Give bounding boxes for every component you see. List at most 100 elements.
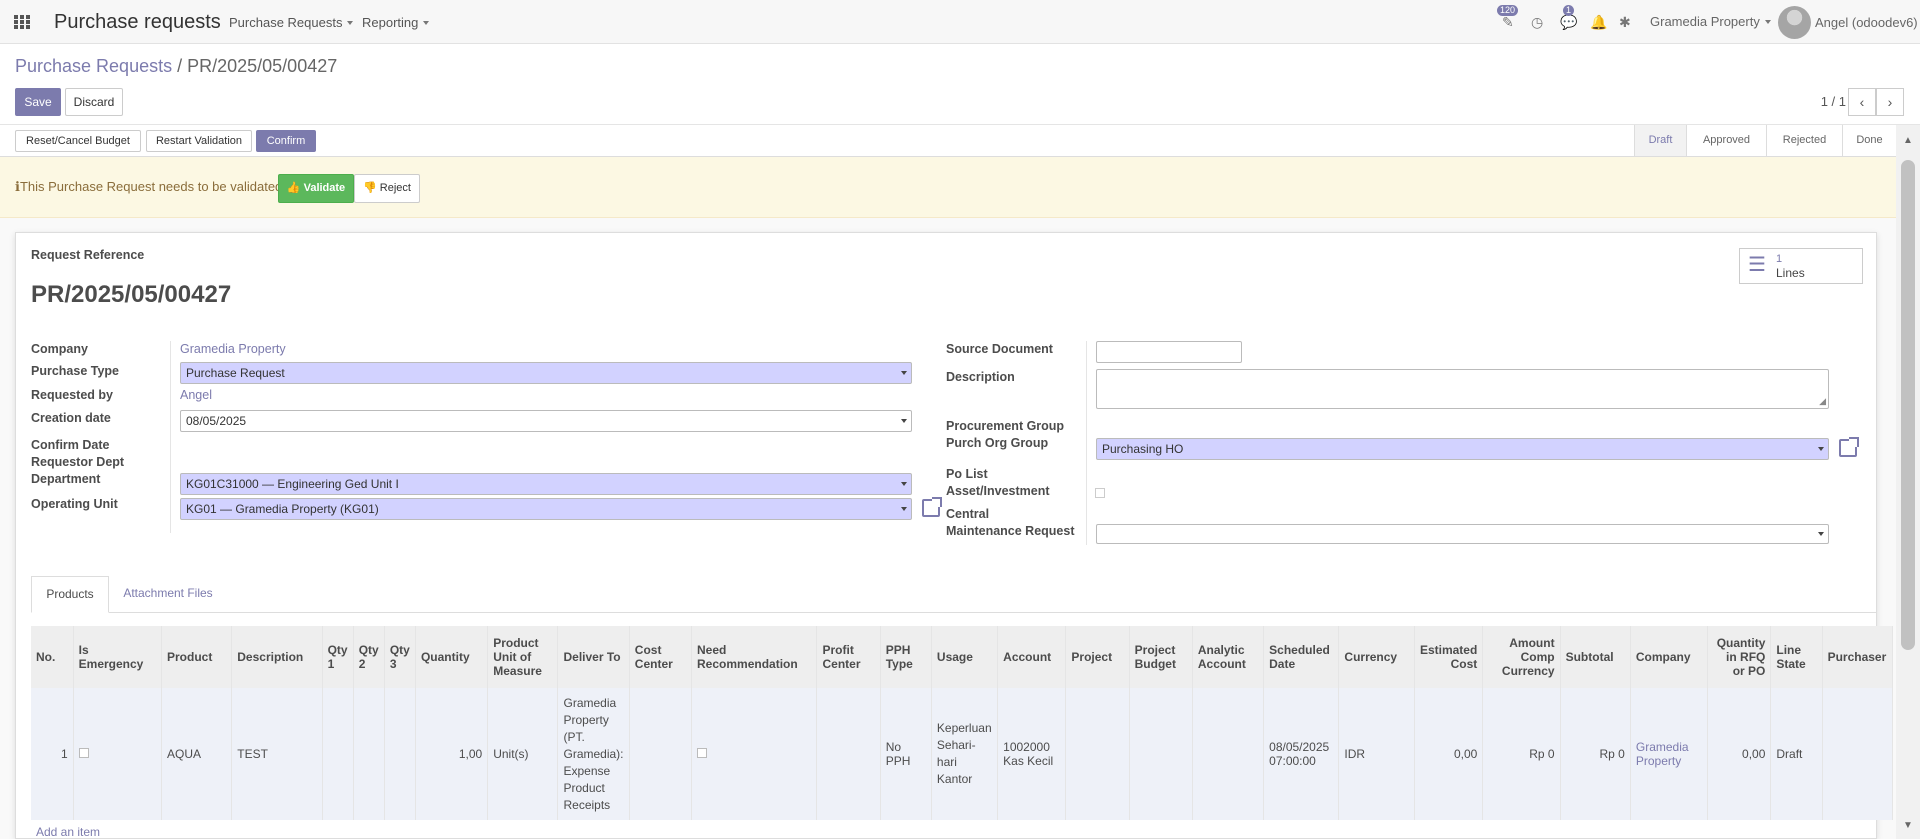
cell-line-state: Draft bbox=[1770, 688, 1823, 820]
col-analytic-account[interactable]: Analytic Account bbox=[1192, 626, 1265, 688]
stage-rejected[interactable]: Rejected bbox=[1766, 125, 1842, 156]
scroll-down-icon[interactable]: ▼ bbox=[1903, 820, 1913, 831]
col-qty3[interactable]: Qty 3 bbox=[384, 626, 416, 688]
col-deliver-to[interactable]: Deliver To bbox=[557, 626, 630, 688]
cell-project-budget bbox=[1129, 688, 1193, 820]
col-project-budget[interactable]: Project Budget bbox=[1129, 626, 1193, 688]
creation-date-input[interactable]: 08/05/2025 bbox=[180, 410, 912, 432]
bug-icon[interactable]: ✱ bbox=[1619, 14, 1631, 30]
bell-icon[interactable]: 🔔 bbox=[1590, 14, 1607, 30]
restart-validation-button[interactable]: Restart Validation bbox=[146, 130, 252, 152]
lines-label: Lines bbox=[1776, 266, 1805, 280]
asset-investment-checkbox[interactable] bbox=[1095, 488, 1105, 498]
col-currency[interactable]: Currency bbox=[1338, 626, 1415, 688]
col-cost-center[interactable]: Cost Center bbox=[629, 626, 693, 688]
col-company[interactable]: Company bbox=[1630, 626, 1709, 688]
description-textarea[interactable]: ◢ bbox=[1096, 369, 1829, 409]
col-is-emergency[interactable]: Is Emergency bbox=[73, 626, 162, 688]
pager-value[interactable]: 1 / 1 bbox=[1821, 94, 1846, 109]
table-row[interactable]: 1 AQUA TEST 1,00 Unit(s) Gramedia Proper… bbox=[31, 688, 1894, 820]
lines-smart-button[interactable]: ☰ 1 Lines bbox=[1739, 248, 1863, 284]
scroll-up-icon[interactable]: ▲ bbox=[1903, 135, 1913, 146]
cell-amount-comp: Rp 0 bbox=[1482, 688, 1561, 820]
user-menu[interactable]: Angel (odoodev6) bbox=[1815, 15, 1918, 30]
company-switcher[interactable]: Gramedia Property bbox=[1650, 14, 1771, 29]
purch-org-group-select[interactable]: Purchasing HO bbox=[1096, 438, 1829, 460]
activity-badge: 120 bbox=[1497, 5, 1519, 16]
stage-draft[interactable]: Draft bbox=[1634, 125, 1686, 156]
col-project[interactable]: Project bbox=[1065, 626, 1130, 688]
reset-cancel-budget-button[interactable]: Reset/Cancel Budget bbox=[15, 130, 141, 152]
messages-icon[interactable]: 💬 bbox=[1560, 14, 1577, 30]
external-link-icon[interactable] bbox=[1839, 437, 1859, 457]
validation-alert: ℹThis Purchase Request needs to be valid… bbox=[0, 157, 1896, 218]
requested-by-link[interactable]: Angel bbox=[180, 388, 212, 402]
emergency-checkbox[interactable] bbox=[78, 748, 89, 758]
scrollbar[interactable]: ▲ ▼ bbox=[1896, 125, 1920, 839]
col-need-recommendation[interactable]: Need Recommendation bbox=[691, 626, 818, 688]
breadcrumb-purchase-requests[interactable]: Purchase Requests bbox=[15, 56, 172, 76]
col-subtotal[interactable]: Subtotal bbox=[1560, 626, 1631, 688]
menu-reporting[interactable]: Reporting bbox=[362, 15, 430, 30]
left-column-divider bbox=[170, 341, 171, 533]
chevron-down-icon bbox=[1818, 532, 1824, 536]
cell-project bbox=[1065, 688, 1130, 820]
po-list-label: Po List bbox=[946, 467, 988, 481]
col-amount-comp-currency[interactable]: Amount Comp Currency bbox=[1482, 626, 1561, 688]
stage-approved[interactable]: Approved bbox=[1686, 125, 1766, 156]
validate-button[interactable]: 👍 Validate bbox=[278, 174, 354, 203]
add-item-link[interactable]: Add an item bbox=[36, 825, 100, 839]
external-link-icon[interactable] bbox=[922, 497, 942, 517]
clock-icon[interactable]: ◷ bbox=[1531, 14, 1543, 30]
purchase-type-select[interactable]: Purchase Request bbox=[180, 362, 912, 384]
col-account[interactable]: Account bbox=[997, 626, 1067, 688]
reject-button[interactable]: 👎 Reject bbox=[354, 174, 420, 203]
requestor-dept-label: Requestor Dept bbox=[31, 455, 125, 469]
activity-edit-icon[interactable]: ✎ bbox=[1502, 14, 1514, 30]
cell-qty2 bbox=[353, 688, 385, 820]
stage-done[interactable]: Done bbox=[1842, 125, 1896, 156]
pager-next-icon[interactable]: › bbox=[1876, 88, 1904, 116]
col-scheduled-date[interactable]: Scheduled Date bbox=[1263, 626, 1340, 688]
need-recommendation-checkbox[interactable] bbox=[697, 748, 708, 758]
pager-prev-icon[interactable]: ‹ bbox=[1848, 88, 1876, 116]
apps-menu-icon[interactable] bbox=[14, 15, 30, 29]
statusbar: Reset/Cancel Budget Restart Validation C… bbox=[0, 125, 1896, 157]
top-navbar: Purchase requests Purchase Requests Repo… bbox=[0, 0, 1920, 44]
col-description[interactable]: Description bbox=[231, 626, 323, 688]
col-usage[interactable]: Usage bbox=[931, 626, 999, 688]
col-qty2[interactable]: Qty 2 bbox=[353, 626, 385, 688]
cell-cost-center bbox=[629, 688, 693, 820]
col-quantity[interactable]: Quantity bbox=[415, 626, 489, 688]
company-link[interactable]: Gramedia Property bbox=[180, 342, 286, 356]
col-qty1[interactable]: Qty 1 bbox=[322, 626, 354, 688]
discard-button[interactable]: Discard bbox=[65, 88, 123, 116]
col-no[interactable]: No. bbox=[31, 626, 74, 688]
col-product[interactable]: Product bbox=[161, 626, 233, 688]
scrollbar-thumb[interactable] bbox=[1901, 160, 1915, 650]
cell-subtotal: Rp 0 bbox=[1560, 688, 1631, 820]
breadcrumb-current: PR/2025/05/00427 bbox=[187, 56, 338, 76]
user-avatar[interactable] bbox=[1778, 6, 1811, 39]
col-pph-type[interactable]: PPH Type bbox=[880, 626, 932, 688]
department-select[interactable]: KG01C31000 — Engineering Ged Unit I bbox=[180, 473, 912, 495]
col-line-state[interactable]: Line State bbox=[1770, 626, 1823, 688]
tab-attachment-files[interactable]: Attachment Files bbox=[111, 576, 225, 613]
purchase-type-label: Purchase Type bbox=[31, 364, 120, 378]
cell-currency: IDR bbox=[1338, 688, 1415, 820]
source-document-input[interactable] bbox=[1096, 341, 1242, 363]
request-reference-value: PR/2025/05/00427 bbox=[31, 281, 232, 308]
col-purchaser[interactable]: Purchaser bbox=[1822, 626, 1894, 688]
cell-company[interactable]: Gramedia Property bbox=[1630, 688, 1709, 820]
tab-products[interactable]: Products bbox=[31, 576, 109, 613]
col-uom[interactable]: Product Unit of Measure bbox=[487, 626, 559, 688]
operating-unit-select[interactable]: KG01 — Gramedia Property (KG01) bbox=[180, 498, 912, 520]
maintenance-request-select[interactable] bbox=[1096, 524, 1829, 544]
save-button[interactable]: Save bbox=[15, 88, 61, 116]
col-qty-rfq[interactable]: Quantity in RFQ or PO bbox=[1707, 626, 1772, 688]
confirm-button[interactable]: Confirm bbox=[256, 130, 316, 152]
col-estimated-cost[interactable]: Estimated Cost bbox=[1414, 626, 1484, 688]
menu-purchase-requests[interactable]: Purchase Requests bbox=[229, 15, 354, 30]
cell-deliver-to: Gramedia Property (PT. Gramedia): Expens… bbox=[557, 688, 630, 820]
col-profit-center[interactable]: Profit Center bbox=[816, 626, 881, 688]
